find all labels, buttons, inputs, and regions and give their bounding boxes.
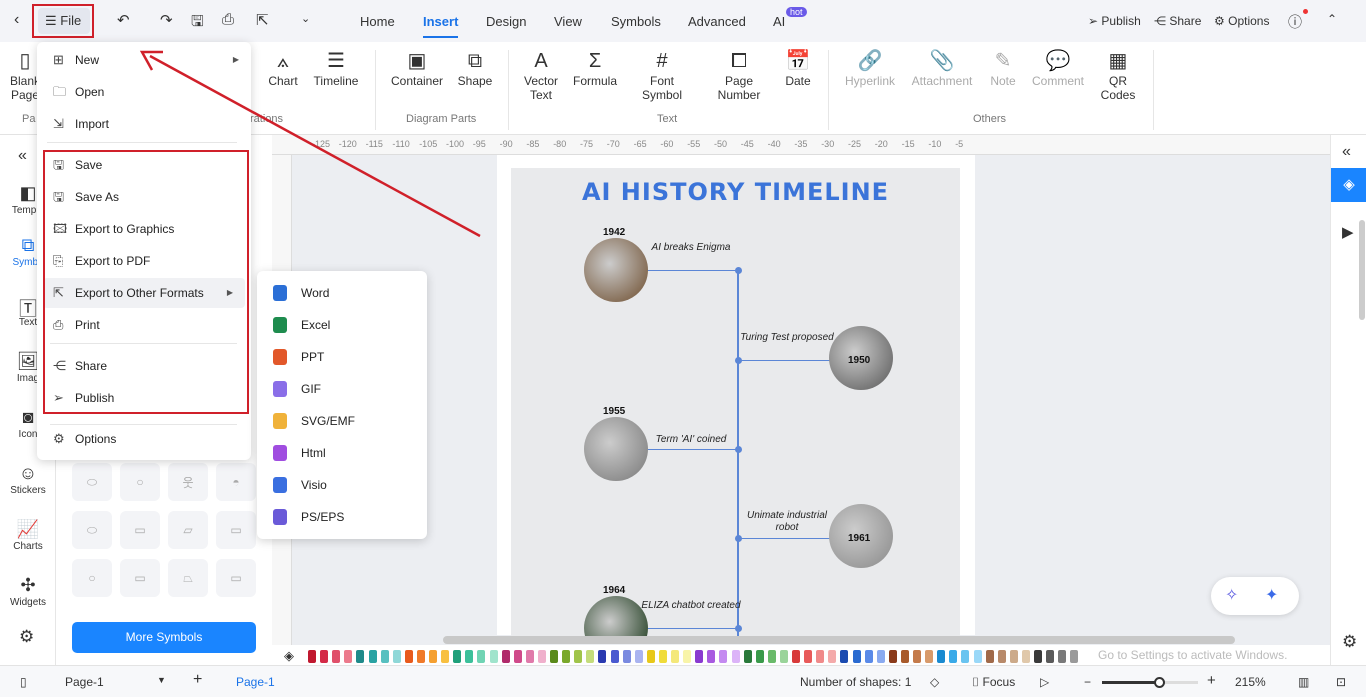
annotation-arrow xyxy=(139,50,481,238)
